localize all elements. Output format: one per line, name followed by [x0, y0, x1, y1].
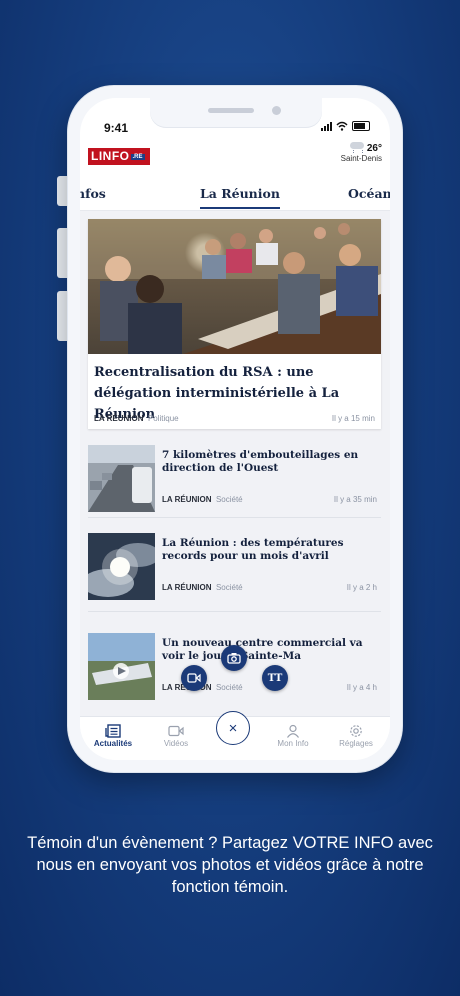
article-divider: [88, 517, 381, 518]
news-feed: Recentralisation du RSA : une délégation…: [80, 211, 390, 716]
article-time: Il y a 4 h: [346, 683, 377, 692]
text-icon: TT: [267, 672, 283, 684]
text-report-button[interactable]: TT: [262, 665, 288, 691]
category-tabs: nfos La Réunion Océan: [80, 186, 390, 209]
weather-temperature: 26°: [366, 143, 382, 154]
tabbar-item-mon-info[interactable]: Mon Info: [263, 723, 323, 748]
article-row-traffic[interactable]: 7 kilomètres d'embouteillages en directi…: [88, 437, 381, 517]
weather-widget[interactable]: 26° Saint-Denis: [341, 142, 382, 163]
tabbar-item-videos[interactable]: Vidéos: [146, 723, 206, 748]
traffic-photo: [88, 445, 155, 512]
hero-article-time: Il y a 15 min: [331, 414, 375, 423]
close-icon: ×: [228, 719, 238, 737]
cloud-rain-icon: [349, 142, 364, 153]
article-time: Il y a 35 min: [333, 495, 377, 504]
tab-la-reunion[interactable]: La Réunion: [200, 186, 280, 209]
speaker-grille: [208, 108, 254, 113]
sky-photo: [88, 533, 155, 600]
front-camera: [272, 106, 281, 115]
phone-frame: 9:41 LINFO .RE 26° Saint-Denis nfos La Ré…: [68, 86, 402, 772]
article-divider: [88, 611, 381, 612]
video-record-button[interactable]: [181, 665, 207, 691]
app-screen: 9:41 LINFO .RE 26° Saint-Denis nfos La Ré…: [80, 98, 390, 760]
hero-article-card[interactable]: Recentralisation du RSA : une délégation…: [88, 219, 381, 429]
tabbar-item-actualites[interactable]: Actualités: [83, 723, 143, 748]
hero-article-image: [88, 219, 381, 354]
battery-icon: [352, 121, 370, 131]
camera-icon: [227, 653, 241, 664]
article-thumbnail: [88, 633, 155, 700]
close-button[interactable]: ×: [216, 711, 250, 745]
tabbar-label: Vidéos: [163, 739, 189, 748]
phone-notch: [150, 98, 322, 128]
bottom-tab-bar: Actualités Vidéos × Mon Info Réglages: [80, 711, 390, 760]
article-thumbnail: [88, 533, 155, 600]
status-time: 9:41: [104, 121, 129, 135]
tabbar-item-reglages[interactable]: Réglages: [326, 723, 386, 748]
article-meta: LA RÉUNION Société: [162, 495, 243, 504]
user-icon: [287, 724, 299, 738]
article-time: Il y a 2 h: [346, 583, 377, 592]
status-icons: [321, 121, 370, 131]
article-thumbnail: [88, 445, 155, 512]
promo-caption: Témoin d'un évènement ? Partagez VOTRE I…: [27, 834, 433, 896]
linfo-logo[interactable]: LINFO .RE: [88, 148, 150, 165]
tabbar-label: Réglages: [339, 739, 373, 748]
tab-infos[interactable]: nfos: [80, 186, 106, 201]
gear-icon: [350, 725, 362, 737]
shopping-center-photo: [88, 633, 155, 700]
tab-ocean[interactable]: Océan: [348, 186, 390, 201]
video-camera-icon: [187, 673, 201, 683]
tabbar-label: Mon Info: [277, 739, 309, 748]
meeting-photo: [88, 219, 381, 354]
signal-icon: [321, 121, 332, 131]
article-title: Un nouveau centre commercial va voir le …: [162, 637, 363, 662]
hero-article-meta: LA RÉUNION Politique: [94, 414, 179, 423]
newspaper-icon: [105, 724, 121, 738]
wifi-icon: [336, 121, 348, 131]
weather-city: Saint-Denis: [340, 154, 382, 163]
tabbar-label: Actualités: [93, 739, 133, 748]
article-meta: LA RÉUNION Société: [162, 583, 243, 592]
article-row-temperatures[interactable]: La Réunion : des températures records po…: [88, 525, 381, 605]
video-icon: [168, 725, 184, 737]
camera-button[interactable]: [221, 645, 247, 671]
article-title: 7 kilomètres d'embouteillages en directi…: [162, 449, 359, 474]
article-title: La Réunion : des températures records po…: [162, 537, 344, 562]
